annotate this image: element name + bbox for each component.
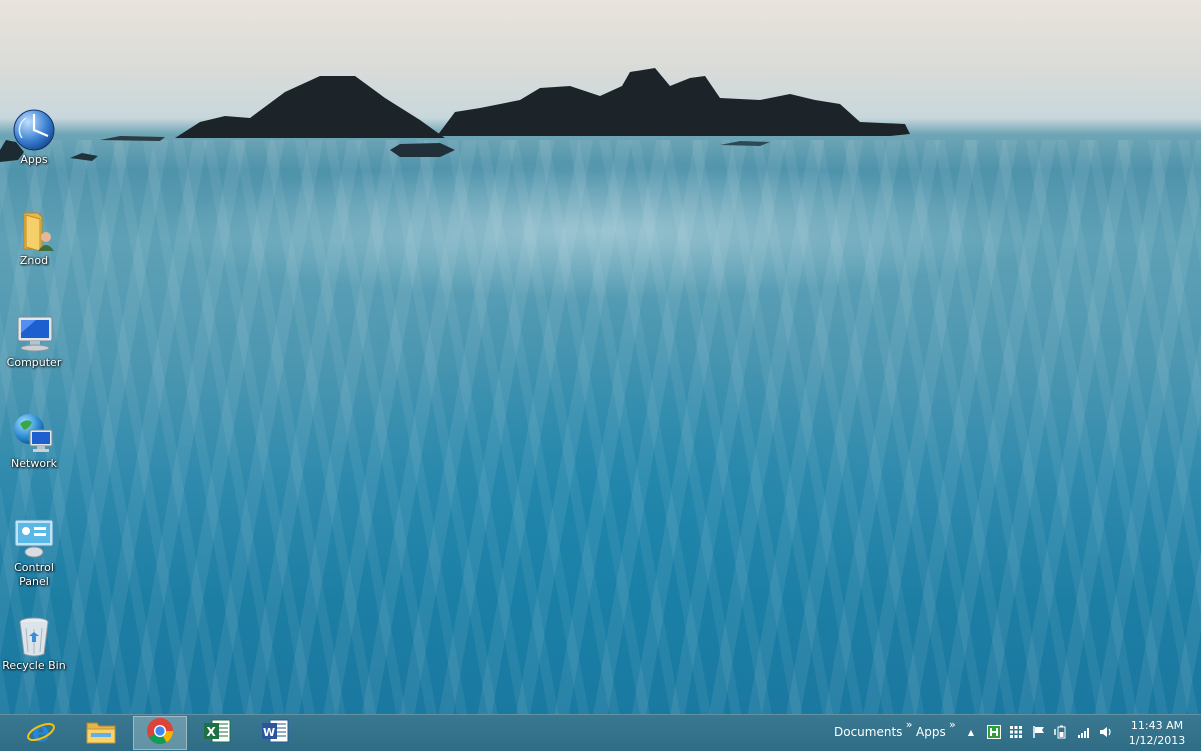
desktop-icon-computer[interactable]: Computer	[2, 311, 66, 370]
internet-explorer-icon: e	[26, 715, 56, 750]
desktop-icon-recycle-bin[interactable]: Recycle Bin	[2, 614, 66, 673]
taskbar: e X W Documents » Apps » ▲ 11:43 AM 1/12…	[0, 714, 1201, 751]
desktop-icon-control-panel[interactable]: Control Panel	[2, 516, 66, 589]
desktop-wallpaper	[0, 0, 1201, 714]
recycle-bin-icon	[12, 614, 56, 658]
tray-expand-arrow-icon: ▲	[967, 727, 975, 737]
show-hidden-icons-button[interactable]: ▲	[964, 725, 978, 739]
chrome-icon	[146, 717, 174, 749]
control-panel-icon	[12, 516, 56, 560]
desktop-icon-apps[interactable]: Apps	[2, 108, 66, 167]
word-icon: W	[260, 717, 290, 749]
desktop-icon-network[interactable]: Network	[2, 412, 66, 471]
clock-time: 11:43 AM	[1130, 719, 1184, 732]
toolbar-label: Apps	[916, 725, 946, 739]
desktop-icon-label: Recycle Bin	[2, 659, 66, 672]
clock-date: 1/12/2013	[1128, 734, 1186, 747]
toolbar-chevron-icon[interactable]: »	[906, 718, 913, 731]
desktop-icon-label: Computer	[6, 356, 62, 369]
excel-icon: X	[202, 717, 232, 749]
svg-text:e: e	[32, 716, 50, 746]
action-center-flag-icon[interactable]	[1032, 725, 1046, 739]
taskbar-internet-explorer-button[interactable]: e	[14, 715, 68, 750]
taskbar-word-button[interactable]: W	[248, 716, 302, 750]
taskbar-excel-button[interactable]: X	[190, 716, 244, 750]
power-battery-icon[interactable]	[1054, 725, 1068, 739]
network-icon	[12, 412, 56, 456]
toolbar-chevron-icon[interactable]: »	[949, 718, 956, 731]
toolbar-label: Documents	[834, 725, 903, 739]
tray-grid-icon[interactable]	[1009, 725, 1023, 739]
apps-globe-icon	[12, 108, 56, 152]
file-explorer-icon	[85, 717, 117, 749]
user-folder-icon	[12, 209, 56, 253]
desktop-icon-label: Network	[11, 457, 57, 470]
wallpaper-mist	[0, 150, 1201, 310]
desktop-icon-znod[interactable]: Znod	[2, 209, 66, 268]
desktop-icon-label: Znod	[19, 254, 49, 267]
taskbar-chrome-button[interactable]	[133, 716, 187, 750]
wallpaper-rocks	[0, 68, 910, 162]
computer-icon	[12, 311, 56, 355]
taskbar-file-explorer-button[interactable]	[74, 716, 128, 750]
taskbar-toolbar-apps[interactable]: Apps »	[916, 718, 956, 739]
svg-text:X: X	[207, 725, 217, 739]
volume-speaker-icon[interactable]	[1099, 725, 1113, 739]
svg-text:W: W	[263, 726, 275, 739]
tray-green-app-icon[interactable]	[987, 725, 1001, 739]
desktop-icon-label: Apps	[20, 153, 48, 166]
desktop-icon-label: Control Panel	[14, 561, 54, 588]
taskbar-toolbar-documents[interactable]: Documents »	[834, 718, 912, 739]
taskbar-clock[interactable]: 11:43 AM 1/12/2013	[1124, 718, 1190, 748]
network-signal-icon[interactable]	[1077, 725, 1091, 739]
